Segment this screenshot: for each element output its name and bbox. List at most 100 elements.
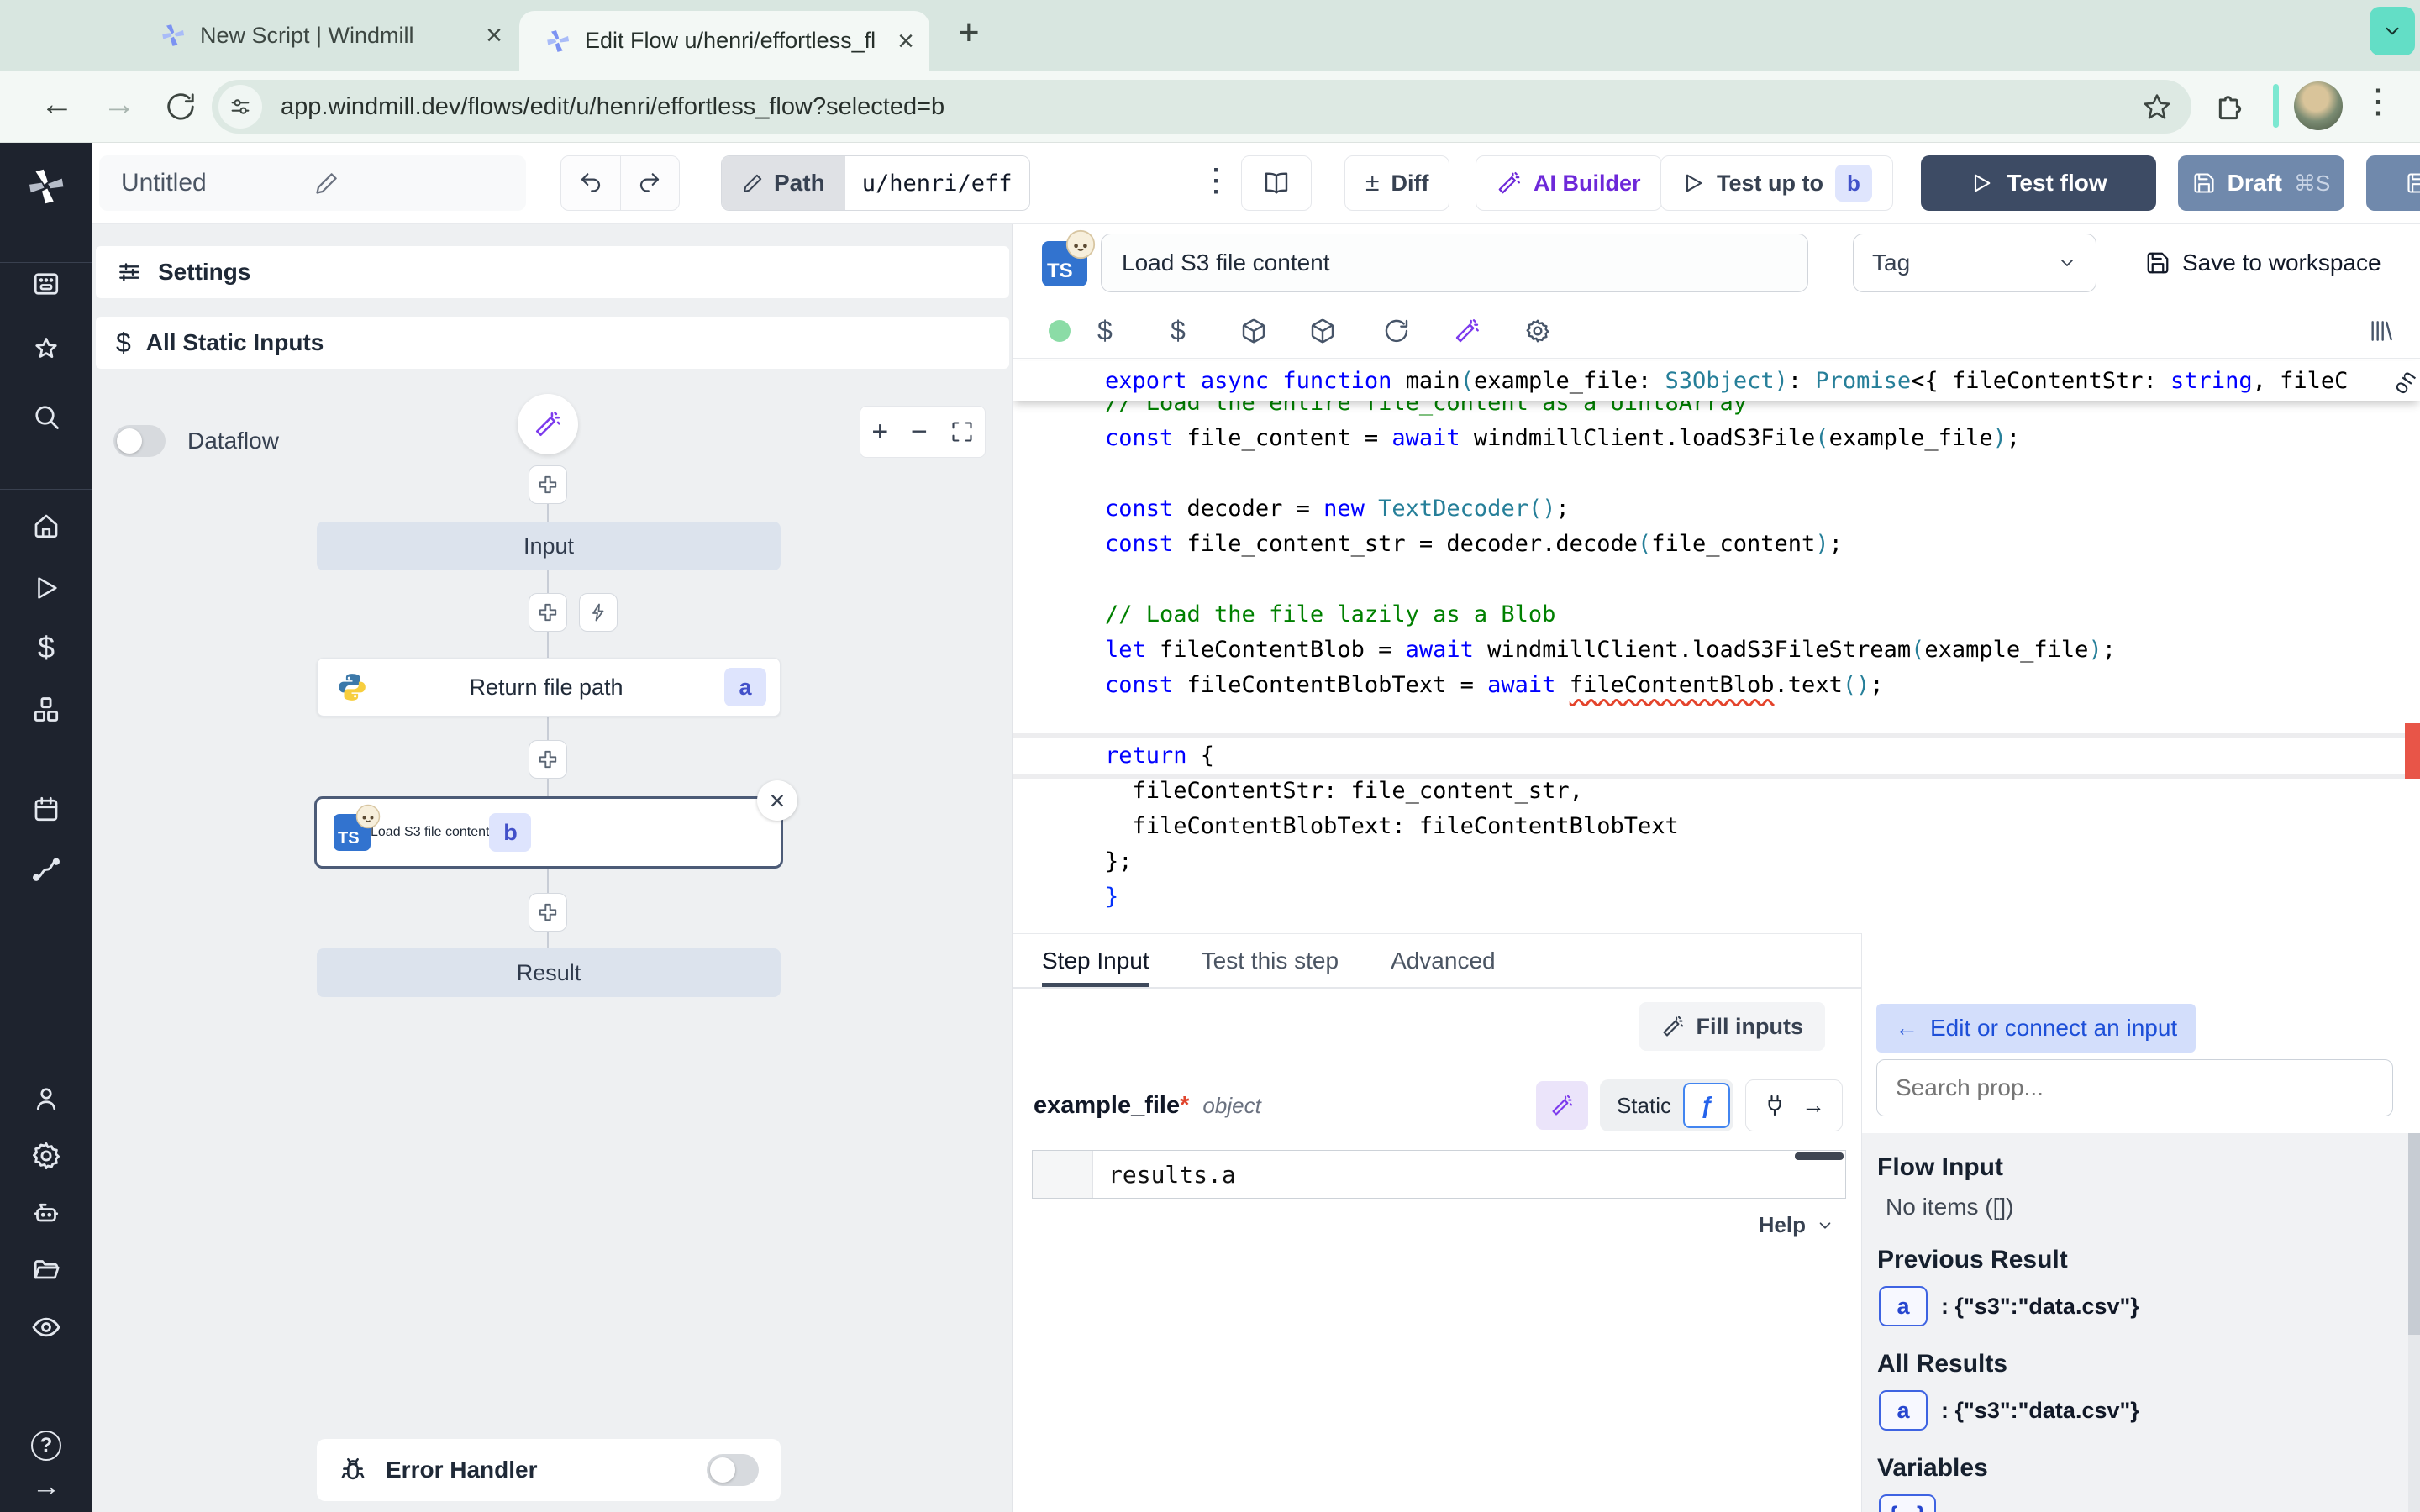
sidebar-item-resources-icon[interactable] [30,694,62,726]
browser-tab-inactive[interactable]: New Script | Windmill × [126,0,519,71]
code-line: const fileContentBlobText = await fileCo… [1013,668,2420,703]
ai-wand-icon[interactable] [1454,318,1481,344]
variables-icon[interactable]: $ [1097,315,1113,346]
sidebar-item-runs-icon[interactable] [32,574,60,602]
zoom-out-button[interactable]: − [911,416,928,449]
more-options-icon[interactable]: ⋮ [1200,161,1232,199]
resources-icon[interactable]: $ [1171,315,1186,346]
ai-builder-button[interactable]: AI Builder [1476,155,1662,211]
expression-scrollbar[interactable] [1795,1152,1844,1160]
arrow-right-icon[interactable]: → [1802,1092,1825,1119]
browser-menu-icon[interactable]: ⋮ [2361,82,2395,121]
fit-view-icon[interactable] [950,420,974,444]
tab-test-this-step[interactable]: Test this step [1202,934,1339,987]
reload-icon[interactable] [165,91,197,123]
plug-icon[interactable] [1763,1094,1786,1117]
sidebar-item-help-icon[interactable]: ? [31,1431,61,1461]
sidebar-item-user-icon[interactable] [31,1084,61,1114]
profile-avatar[interactable] [2294,81,2343,130]
sidebar-item-search-icon[interactable] [31,402,61,432]
sidebar-collapse-icon[interactable]: → [32,1471,60,1504]
sidebar-item-home-icon[interactable] [31,511,61,541]
edit-or-connect-banner[interactable]: ← Edit or connect an input [1876,1004,2196,1053]
expression-value[interactable]: results.a [1093,1151,1845,1198]
package-icon[interactable] [1240,318,1267,344]
sidebar-item-folders-icon[interactable] [31,1255,61,1285]
redo-button[interactable] [621,156,680,210]
docs-button[interactable] [1241,155,1312,211]
tab-close-icon[interactable]: × [897,27,914,55]
url-field[interactable]: app.windmill.dev/flows/edit/u/henri/effo… [212,80,2191,134]
zoom-in-button[interactable]: + [871,416,888,449]
package-icon[interactable] [1309,318,1336,344]
tab-step-input[interactable]: Step Input [1042,934,1150,987]
result-badge[interactable]: a [1879,1390,1928,1431]
flow-node-result[interactable]: Result [317,948,781,997]
flow-node-step-b-selected[interactable]: TS Load S3 file content b × [314,796,783,869]
javascript-expr-button[interactable]: ƒ [1683,1083,1730,1128]
test-up-to-button[interactable]: Test up to b [1660,155,1893,211]
static-mode-toggle[interactable]: Static ƒ [1600,1079,1733,1131]
undo-button[interactable] [561,156,621,210]
settings-row[interactable]: Settings [96,246,1009,298]
deploy-button[interactable]: Deploy [2366,155,2420,211]
tab-close-icon[interactable]: × [486,21,502,50]
help-toggle[interactable]: Help [1759,1212,1834,1238]
insert-step-button[interactable] [529,893,567,932]
edit-pencil-icon[interactable] [314,171,508,196]
reset-icon[interactable] [1383,318,1410,344]
tab-advanced[interactable]: Advanced [1391,934,1496,987]
flow-node-input[interactable]: Input [317,522,781,570]
flow-graph-canvas[interactable]: Dataflow + − Input Return file path a TS… [92,387,1013,1512]
ai-fill-button[interactable] [1536,1081,1588,1130]
new-tab-button[interactable]: + [958,12,980,54]
sidebar-item-variables-icon[interactable]: $ [38,630,55,665]
save-to-workspace-button[interactable]: Save to workspace [2145,234,2381,292]
sidebar-item-schedules-icon[interactable] [31,794,61,824]
tab-search-chevron-icon[interactable] [2370,7,2415,55]
fill-inputs-button[interactable]: Fill inputs [1639,1002,1826,1051]
test-flow-button[interactable]: Test flow [1921,155,2156,211]
step-badge: b [1835,165,1872,202]
sidebar-item-flows-icon[interactable] [30,854,62,886]
insert-step-button[interactable] [529,740,567,779]
browser-tab-active[interactable]: Edit Flow u/henri/effortless_fl × [519,11,929,71]
insert-step-button[interactable] [529,465,567,504]
flow-node-step-a[interactable]: Return file path a [317,658,781,717]
diff-button[interactable]: ± Diff [1344,155,1449,211]
code-editor[interactable]: export async function main(example_file:… [1013,359,2420,933]
sidebar-item-audit-icon[interactable] [30,1311,62,1343]
result-badge[interactable]: a [1879,1286,1928,1326]
sidebar-item-workers-icon[interactable] [31,1198,61,1228]
draft-button[interactable]: Draft ⌘S [2178,155,2344,211]
url-text[interactable]: app.windmill.dev/flows/edit/u/henri/effo… [281,93,2143,121]
back-icon[interactable]: ← [40,86,74,123]
flow-name-field[interactable]: Untitled [99,155,526,211]
library-icon[interactable] [2367,318,2394,344]
ai-wand-button[interactable] [518,394,578,454]
sidebar-item-favorites-icon[interactable] [31,335,61,365]
code-line: } [1013,879,2420,915]
dataflow-toggle-row: Dataflow [113,425,279,457]
scrollbar-thumb[interactable] [2408,1133,2420,1335]
variables-badge[interactable]: {...} [1879,1494,1936,1512]
windmill-logo[interactable] [25,165,67,207]
all-static-inputs-row[interactable]: $ All Static Inputs [96,317,1009,369]
editor-settings-icon[interactable] [1524,318,1551,344]
bookmark-star-icon[interactable] [2143,92,2171,121]
trigger-button[interactable] [579,593,618,632]
tag-select[interactable]: Tag [1853,234,2096,292]
extensions-icon[interactable] [2213,87,2247,121]
insert-step-button[interactable] [529,593,567,632]
delete-step-icon[interactable]: × [757,780,797,821]
dataflow-toggle[interactable] [113,425,166,457]
path-button[interactable]: Path u/henri/eff [721,155,1030,211]
search-prop-input[interactable] [1876,1059,2393,1116]
sidebar-item-settings-icon[interactable] [30,1140,62,1172]
expression-editor[interactable]: results.a [1032,1150,1846,1199]
step-name-input[interactable] [1101,234,1808,292]
error-handler-row[interactable]: Error Handler [317,1439,781,1501]
sidebar-item-apps-icon[interactable] [31,269,61,299]
site-settings-icon[interactable] [218,85,262,129]
error-handler-toggle[interactable] [707,1454,759,1486]
